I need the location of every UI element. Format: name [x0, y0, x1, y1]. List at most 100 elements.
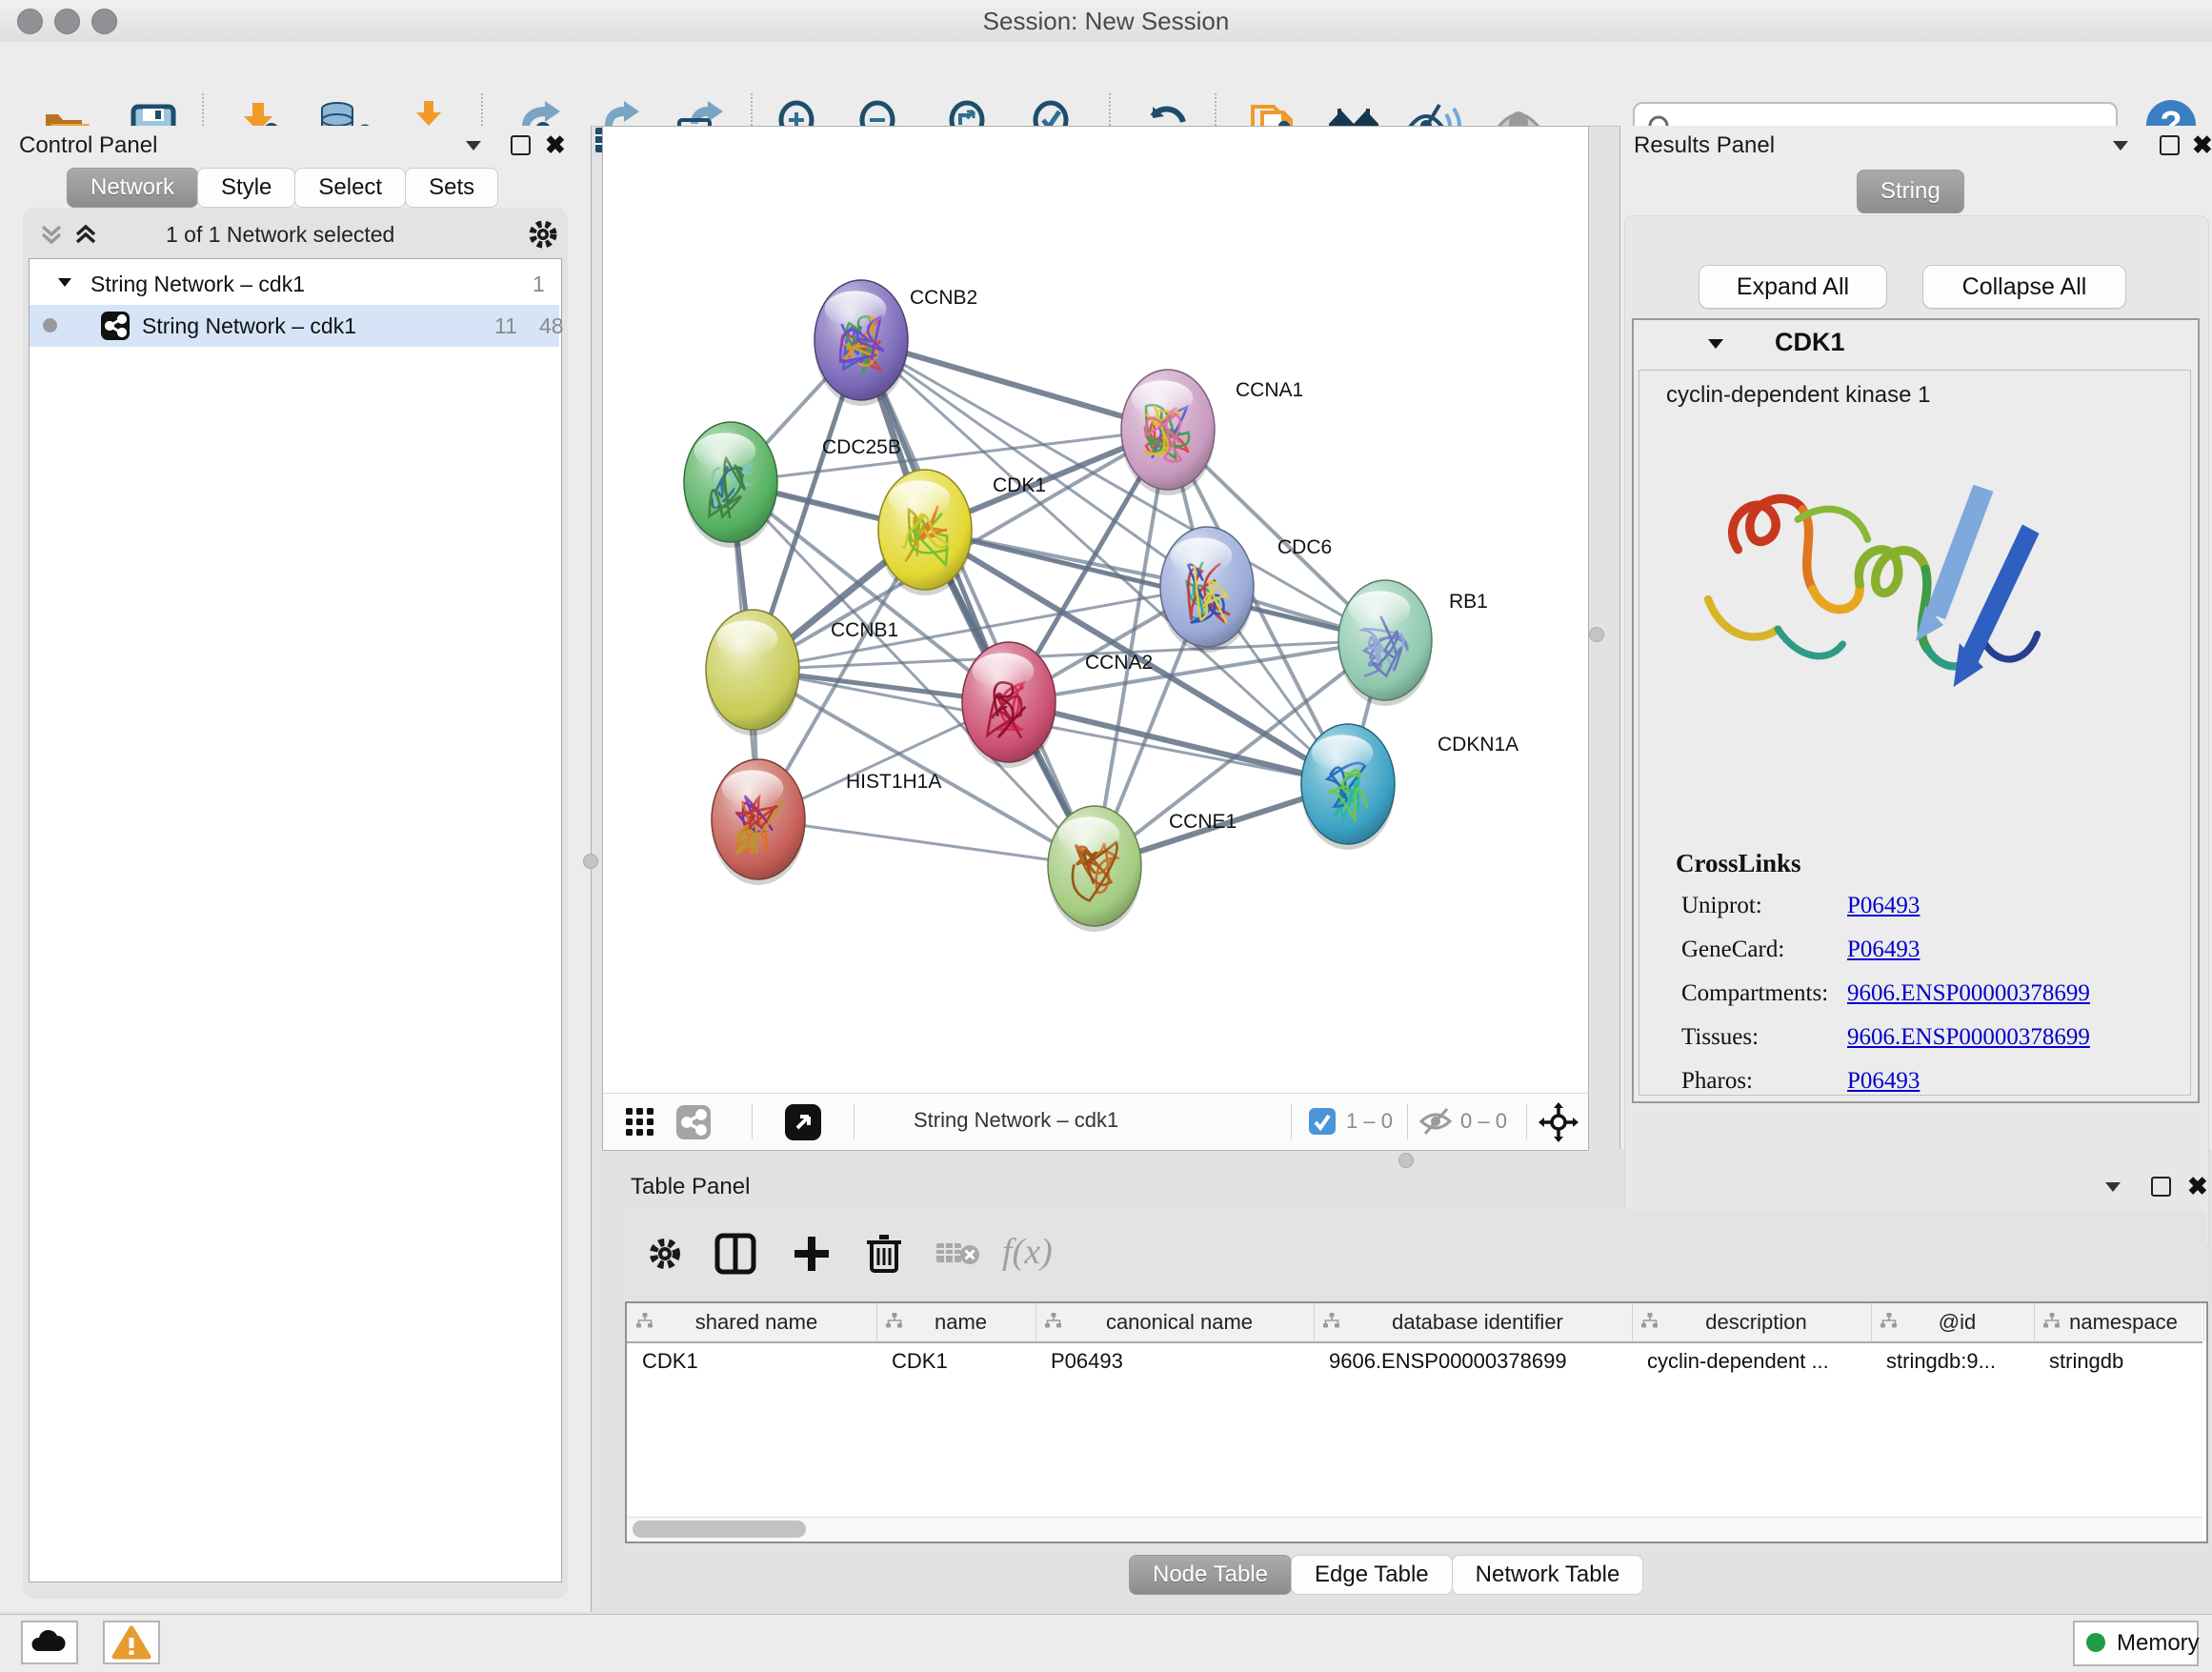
node-gloss: [716, 620, 778, 656]
tab-edge-table[interactable]: Edge Table: [1291, 1555, 1453, 1595]
network-edge[interactable]: [758, 819, 1095, 866]
table-cell[interactable]: P06493: [1051, 1349, 1310, 1387]
close-window-button[interactable]: [17, 9, 43, 34]
network-collection-row[interactable]: String Network – cdk1 1: [30, 263, 559, 305]
vertical-splitter-handle[interactable]: [1589, 627, 1604, 642]
show-columns-icon[interactable]: [714, 1233, 756, 1275]
column-header--id[interactable]: @id: [1871, 1303, 2035, 1341]
network-options-gear-icon[interactable]: [526, 217, 560, 252]
node-table[interactable]: shared namenamecanonical namedatabase id…: [625, 1301, 2208, 1543]
zoom-window-button[interactable]: [91, 9, 117, 34]
netbar-separator: [854, 1103, 855, 1139]
table-cell[interactable]: CDK1: [642, 1349, 873, 1387]
table-cell[interactable]: 9606.ENSP00000378699: [1329, 1349, 1628, 1387]
tab-network-table[interactable]: Network Table: [1452, 1555, 1644, 1595]
crosslink-link[interactable]: 9606.ENSP00000378699: [1847, 1024, 2090, 1051]
network-row-selected[interactable]: String Network – cdk1 11 48: [30, 305, 559, 347]
float-panel-icon[interactable]: [2113, 141, 2128, 151]
network-node-ccnb2[interactable]: [814, 280, 908, 406]
open-in-window-icon[interactable]: [784, 1103, 822, 1141]
maximize-panel-icon[interactable]: [2151, 1177, 2171, 1197]
crosslink-link[interactable]: P06493: [1847, 1068, 1920, 1095]
network-list: String Network – cdk1 1 String Network –…: [29, 258, 562, 1582]
network-graph[interactable]: CCNB2CCNA1CDC25BCDK1CDC6RB1CCNB1CCNA2CDK…: [603, 127, 1588, 1093]
network-node-ccna1[interactable]: [1121, 370, 1215, 495]
create-column-icon[interactable]: [791, 1233, 833, 1275]
collapse-section-icon[interactable]: [1708, 339, 1723, 349]
network-node-cdc6[interactable]: [1160, 527, 1254, 653]
network-node-ccna2[interactable]: [962, 642, 1056, 768]
scrollbar-thumb[interactable]: [633, 1521, 806, 1538]
close-panel-icon[interactable]: ✖: [545, 133, 566, 156]
column-header-database-identifier[interactable]: database identifier: [1314, 1303, 1633, 1341]
crosslink-label: GeneCard:: [1681, 937, 1784, 963]
tab-string[interactable]: String: [1857, 170, 1964, 213]
table-cell[interactable]: CDK1: [892, 1349, 1032, 1387]
grid-view-icon[interactable]: [626, 1108, 654, 1137]
column-header-shared-name[interactable]: shared name: [627, 1303, 877, 1341]
table-cell[interactable]: cyclin-dependent ...: [1647, 1349, 1867, 1387]
maximize-panel-icon[interactable]: [2160, 135, 2180, 155]
network-node-ccne1[interactable]: [1048, 806, 1141, 932]
close-panel-icon[interactable]: ✖: [2187, 1175, 2208, 1198]
tab-sets[interactable]: Sets: [405, 168, 498, 208]
column-header-name[interactable]: name: [876, 1303, 1036, 1341]
crosslinks-heading: CrossLinks: [1676, 849, 1801, 878]
float-panel-icon[interactable]: [2105, 1182, 2121, 1192]
horizontal-splitter-handle[interactable]: [1398, 1153, 1414, 1168]
network-node-cdc25b[interactable]: [684, 422, 777, 548]
close-panel-icon[interactable]: ✖: [2192, 133, 2212, 156]
horizontal-scrollbar[interactable]: [627, 1517, 2202, 1541]
netbar-separator: [752, 1103, 753, 1139]
table-cell[interactable]: stringdb: [2049, 1349, 2200, 1387]
crosslink-label: Compartments:: [1681, 980, 1828, 1007]
expand-all-button[interactable]: Expand All: [1699, 265, 1887, 309]
hidden-eye-icon[interactable]: [1418, 1106, 1453, 1137]
column-header-namespace[interactable]: namespace: [2034, 1303, 2204, 1341]
minimize-window-button[interactable]: [54, 9, 80, 34]
delete-column-icon[interactable]: [863, 1231, 905, 1275]
tab-style[interactable]: Style: [197, 168, 295, 208]
table-cell[interactable]: stringdb:9...: [1886, 1349, 2030, 1387]
network-node-ccnb1[interactable]: [706, 610, 799, 735]
birds-eye-view-icon[interactable]: [1538, 1102, 1579, 1142]
selected-checkbox-icon[interactable]: [1308, 1107, 1337, 1136]
node-gloss: [1171, 537, 1233, 574]
warnings-button[interactable]: [103, 1621, 160, 1664]
column-header-description[interactable]: description: [1632, 1303, 1872, 1341]
tab-node-table[interactable]: Node Table: [1129, 1555, 1292, 1595]
column-label: database identifier: [1314, 1310, 1632, 1335]
vertical-splitter-handle[interactable]: [583, 854, 598, 869]
column-header-canonical-name[interactable]: canonical name: [1036, 1303, 1315, 1341]
maximize-panel-icon[interactable]: [511, 135, 531, 155]
crosslink-link[interactable]: P06493: [1847, 937, 1920, 963]
tab-select[interactable]: Select: [294, 168, 406, 208]
node-label: CDK1: [993, 474, 1046, 496]
tab-network[interactable]: Network: [67, 168, 198, 208]
float-panel-icon[interactable]: [466, 141, 481, 151]
edges: [731, 340, 1385, 866]
cloud-status-button[interactable]: [21, 1621, 78, 1664]
network-node-rb1[interactable]: [1338, 580, 1432, 706]
memory-button[interactable]: Memory: [2073, 1621, 2199, 1666]
cloud-icon: [23, 1622, 76, 1662]
collapse-all-networks-icon[interactable]: [38, 221, 65, 248]
network-canvas[interactable]: CCNB2CCNA1CDC25BCDK1CDC6RB1CCNB1CCNA2CDK…: [602, 126, 1589, 1094]
node-gloss: [694, 433, 756, 469]
crosslink-label: Pharos:: [1681, 1068, 1753, 1095]
expand-all-networks-icon[interactable]: [72, 221, 99, 248]
network-node-cdkn1a[interactable]: [1301, 724, 1395, 850]
tree-expander-icon[interactable]: [58, 278, 71, 287]
network-node-cdk1[interactable]: [878, 470, 972, 595]
network-view-title: String Network – cdk1: [914, 1108, 1118, 1133]
crosslink-row: Pharos: P06493: [1639, 1068, 2190, 1112]
node-label: CCNB2: [910, 287, 977, 309]
collapse-all-button[interactable]: Collapse All: [1922, 265, 2126, 309]
node-gloss: [1132, 380, 1194, 416]
crosslink-row: GeneCard: P06493: [1639, 937, 2190, 980]
crosslink-link[interactable]: P06493: [1847, 893, 1920, 919]
table-options-gear-icon[interactable]: [646, 1235, 684, 1273]
network-node-hist1h1a[interactable]: [712, 759, 805, 885]
network-share-view-icon[interactable]: [675, 1104, 712, 1140]
crosslink-link[interactable]: 9606.ENSP00000378699: [1847, 980, 2090, 1007]
